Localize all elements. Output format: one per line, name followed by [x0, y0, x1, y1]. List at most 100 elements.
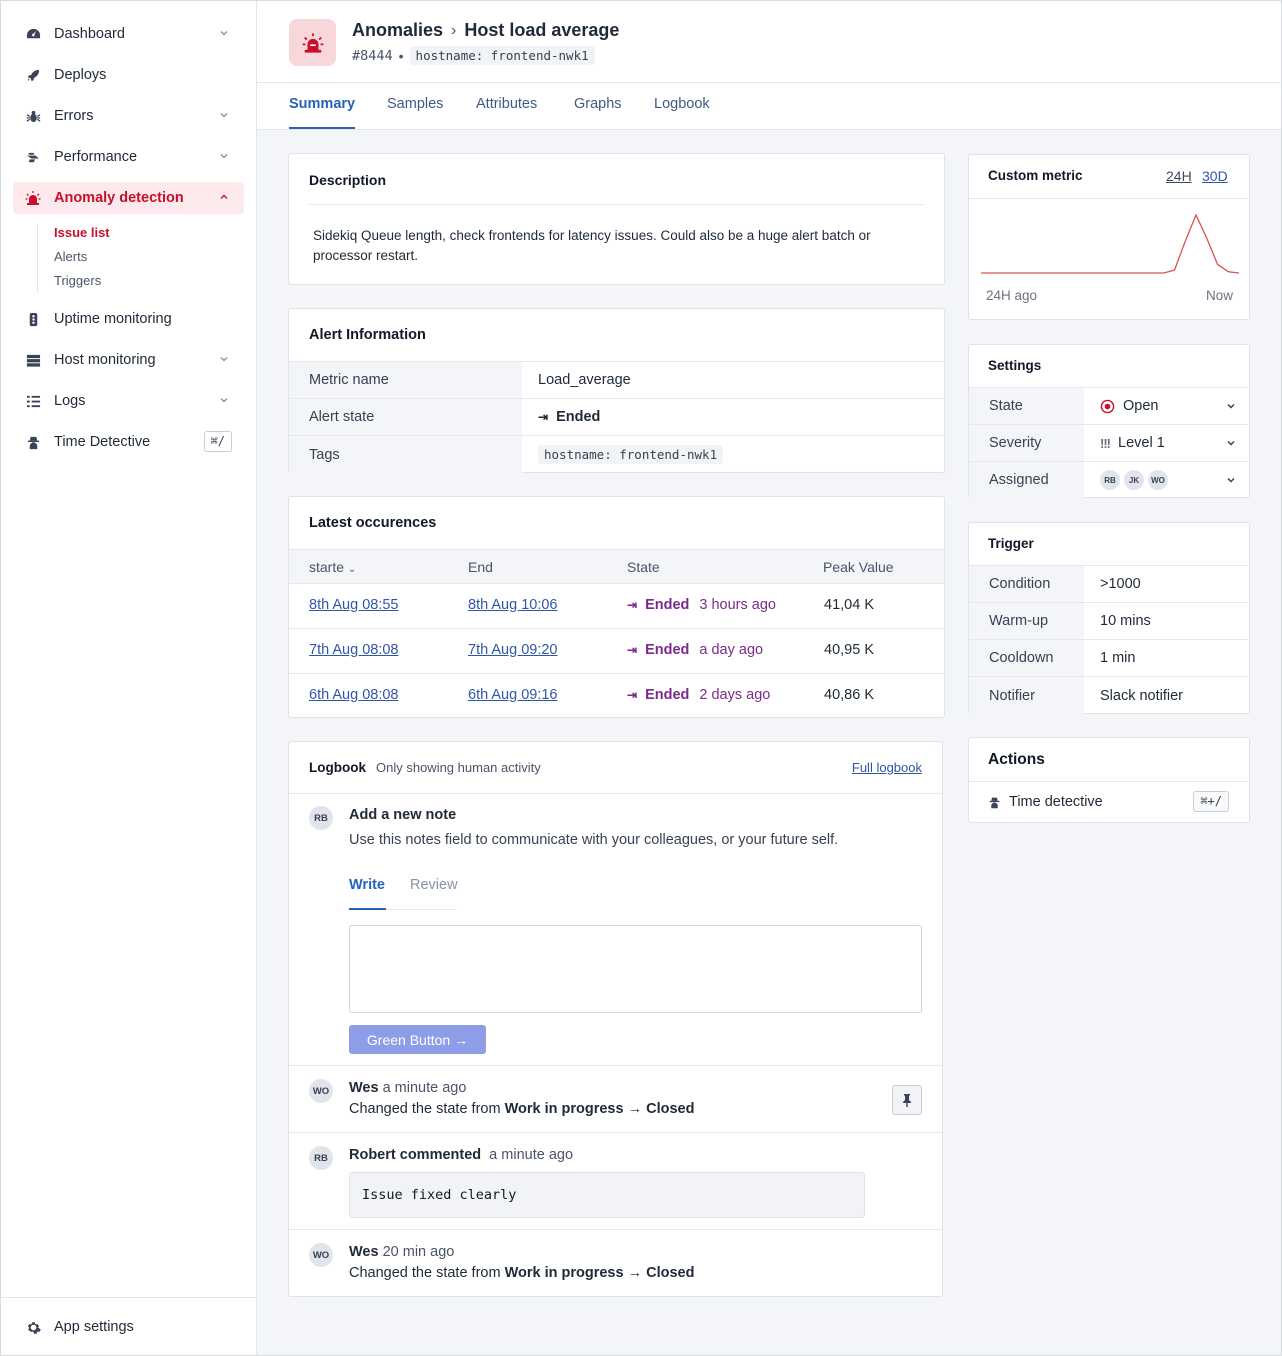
- sidebar-item-deploys[interactable]: Deploys: [13, 59, 244, 91]
- state-cell: ⇥ Ended 2 days ago: [627, 687, 771, 703]
- start-link[interactable]: 6th Aug 08:08: [309, 687, 399, 703]
- note-tabs: Write Review: [349, 877, 458, 910]
- chevron-down-icon[interactable]: [1225, 400, 1237, 412]
- assignee-avatars: RB JK WO: [1100, 462, 1172, 498]
- chevron-down-icon[interactable]: [218, 394, 230, 406]
- range-24h[interactable]: 24H: [1166, 168, 1192, 184]
- tab-summary[interactable]: Summary: [289, 96, 355, 112]
- settings-value: !!! Level 1: [1100, 435, 1165, 451]
- chevron-down-icon[interactable]: [218, 109, 230, 121]
- x-start-label: 24H ago: [986, 288, 1038, 303]
- end-link[interactable]: 7th Aug 09:20: [468, 642, 558, 658]
- subnav-triggers[interactable]: Triggers: [54, 273, 101, 288]
- tag-pill: hostname: frontend-nwk1: [538, 445, 724, 464]
- detective-icon: [25, 434, 41, 450]
- start-link[interactable]: 8th Aug 08:55: [309, 597, 399, 613]
- alert-info-panel: Alert Information Metric name Load_avera…: [288, 308, 945, 473]
- info-value: ⇥ Ended: [538, 409, 601, 425]
- trigger-row: Notifier Slack notifier: [969, 676, 1249, 714]
- action-label: Time detective: [988, 794, 1103, 810]
- performance-icon: [25, 149, 41, 165]
- tab-graphs[interactable]: Graphs: [574, 96, 622, 112]
- end-link[interactable]: 6th Aug 09:16: [468, 687, 558, 703]
- actions-title: Actions: [988, 751, 1045, 768]
- info-row-state: Alert state ⇥ Ended: [289, 398, 944, 435]
- tab-review[interactable]: Review: [410, 877, 458, 893]
- settings-value: Open: [1100, 388, 1158, 424]
- settings-row-state[interactable]: State Open: [969, 387, 1249, 424]
- metric-line-chart: [981, 213, 1239, 274]
- hostname-tag: hostname: frontend-nwk1: [409, 46, 595, 65]
- avatar: RB: [1100, 470, 1120, 490]
- chevron-down-icon[interactable]: [218, 150, 230, 162]
- settings-key: Assigned: [969, 462, 1084, 498]
- sidebar-item-uptime-monitoring[interactable]: Uptime monitoring: [13, 303, 244, 335]
- full-logbook-link[interactable]: Full logbook: [852, 760, 922, 775]
- tab-attributes[interactable]: Attributes: [476, 96, 537, 112]
- tab-samples[interactable]: Samples: [387, 96, 443, 112]
- chevron-down-icon[interactable]: [218, 27, 230, 39]
- sidebar-item-host-monitoring[interactable]: Host monitoring: [13, 344, 244, 376]
- chevron-down-icon[interactable]: [1225, 437, 1237, 449]
- sidebar-item-performance[interactable]: Performance: [13, 141, 244, 173]
- trigger-title: Trigger: [988, 536, 1034, 551]
- start-link[interactable]: 7th Aug 08:08: [309, 642, 399, 658]
- trigger-value: Slack notifier: [1100, 687, 1184, 704]
- trigger-value: 1 min: [1100, 650, 1136, 666]
- issue-meta: #8444 • hostname: frontend-nwk1: [352, 46, 595, 65]
- sidebar-item-errors[interactable]: Errors: [13, 100, 244, 132]
- sidebar-item-time-detective[interactable]: Time Detective ⌘/: [13, 426, 244, 458]
- rocket-icon: [25, 67, 41, 83]
- settings-row-severity[interactable]: Severity !!! Level 1: [969, 424, 1249, 461]
- column-start[interactable]: starte ⌄: [309, 559, 356, 575]
- occurrences-panel: Latest occurences starte ⌄ End State Pea…: [288, 496, 945, 718]
- sidebar-item-label: Host monitoring: [54, 352, 156, 368]
- avatar: WO: [309, 1243, 333, 1267]
- chevron-up-icon[interactable]: [218, 191, 230, 203]
- shortcut-badge: ⌘+/: [1193, 791, 1229, 812]
- x-end-label: Now: [1205, 288, 1233, 303]
- end-link[interactable]: 8th Aug 10:06: [468, 597, 558, 613]
- divider: [289, 793, 942, 794]
- breadcrumb-section[interactable]: Anomalies: [352, 20, 443, 41]
- trigger-row: Warm-up 10 mins: [969, 602, 1249, 639]
- trigger-key: Cooldown: [969, 640, 1084, 676]
- comment-box: Issue fixed clearly: [349, 1172, 865, 1218]
- settings-row-assigned[interactable]: Assigned RB JK WO: [969, 461, 1249, 498]
- peak-cell: 40,95 K: [824, 642, 874, 658]
- tab-logbook[interactable]: Logbook: [654, 96, 710, 112]
- range-30d[interactable]: 30D: [1202, 168, 1228, 184]
- chevron-down-icon[interactable]: [1225, 474, 1237, 486]
- subnav-alerts[interactable]: Alerts: [54, 249, 87, 264]
- active-tab-indicator: [289, 127, 355, 129]
- info-key: Metric name: [289, 362, 522, 398]
- submit-note-button[interactable]: Green Button →: [349, 1025, 486, 1054]
- logbook-subtitle: Only showing human activity: [376, 760, 541, 775]
- peak-cell: 40,86 K: [824, 687, 874, 703]
- sidebar-item-label: Deploys: [54, 67, 107, 83]
- end-arrow-icon: ⇥: [538, 410, 549, 424]
- state-cell: ⇥ Ended 3 hours ago: [627, 597, 776, 613]
- sidebar-item-dashboard[interactable]: Dashboard: [13, 18, 244, 50]
- tab-write[interactable]: Write: [349, 877, 385, 893]
- issue-number: #8444: [352, 47, 393, 64]
- pin-button[interactable]: [892, 1085, 922, 1115]
- custom-metric-title: Custom metric: [988, 168, 1083, 183]
- page-title: Host load average: [464, 20, 620, 40]
- note-title: Add a new note: [349, 807, 457, 823]
- bug-icon: [25, 108, 41, 124]
- chevron-down-icon[interactable]: [218, 353, 230, 365]
- subnav-issue-list[interactable]: Issue list: [54, 225, 110, 240]
- sidebar-footer: App settings: [1, 1297, 256, 1355]
- separator-dot: •: [398, 47, 404, 64]
- avatar: WO: [1148, 470, 1168, 490]
- sidebar-item-anomaly-detection[interactable]: Anomaly detection: [13, 182, 244, 214]
- occurrences-title: Latest occurences: [309, 515, 437, 531]
- app-settings-link[interactable]: App settings: [13, 1311, 244, 1343]
- sidebar-item-logs[interactable]: Logs: [13, 385, 244, 417]
- avatar: WO: [309, 1079, 333, 1103]
- settings-key: State: [969, 388, 1084, 424]
- note-textarea[interactable]: [349, 925, 922, 1013]
- entry-header: Wes a minute ago: [349, 1080, 467, 1096]
- action-time-detective[interactable]: Time detective ⌘+/: [969, 781, 1249, 823]
